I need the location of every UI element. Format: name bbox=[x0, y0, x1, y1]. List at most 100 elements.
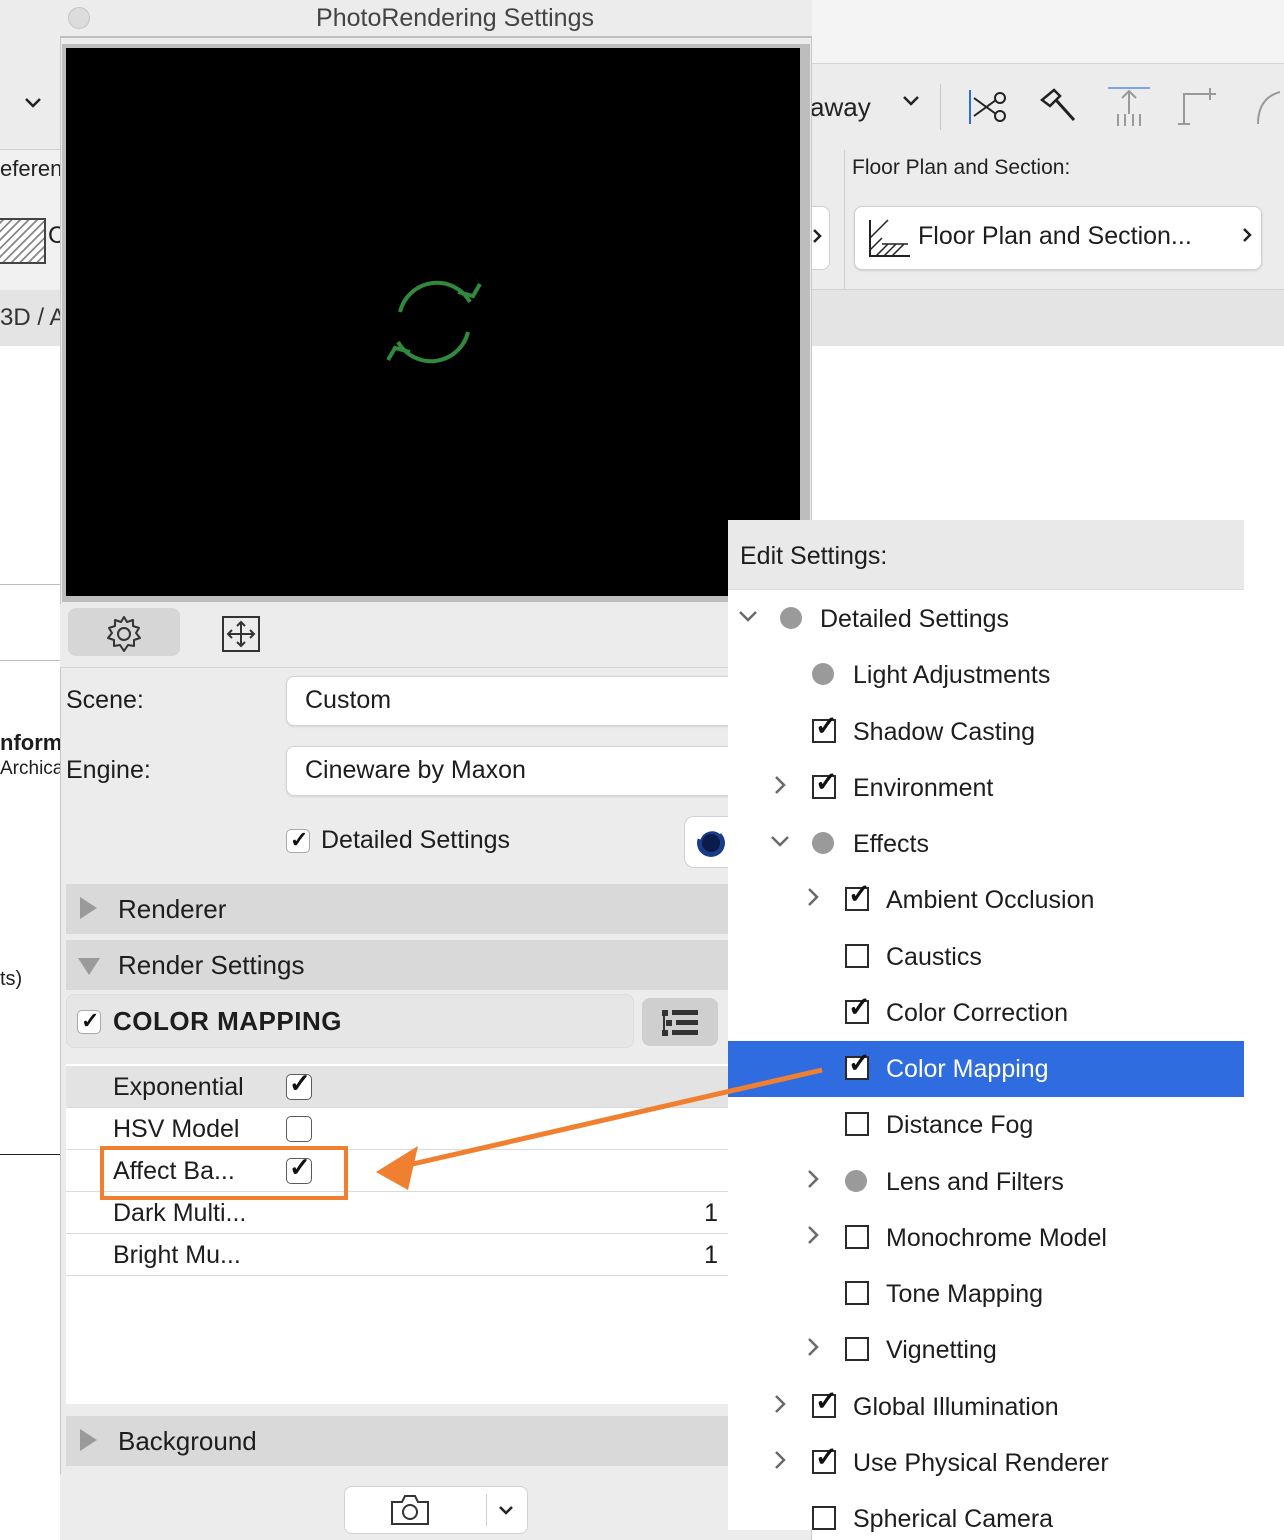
toolbar-separator bbox=[940, 84, 941, 130]
fit-to-window-icon[interactable] bbox=[220, 614, 262, 654]
annotation-arrow bbox=[360, 1060, 840, 1200]
list-view-icon bbox=[662, 1010, 698, 1036]
edit-settings-checkbox[interactable]: ✓ bbox=[845, 881, 871, 912]
property-checkbox[interactable]: ✓ bbox=[286, 1068, 312, 1100]
list-view-button[interactable] bbox=[642, 998, 718, 1046]
edit-settings-checkbox[interactable] bbox=[812, 1506, 836, 1530]
button-separator bbox=[486, 1494, 487, 1526]
checkmark-icon: ✓ bbox=[815, 1441, 838, 1472]
edit-settings-item[interactable]: Light Adjustments bbox=[728, 647, 1244, 703]
background-bar-right bbox=[810, 290, 1284, 346]
cineware-logo-icon bbox=[697, 828, 725, 857]
chevron-right-icon[interactable] bbox=[801, 1332, 825, 1369]
edit-settings-item[interactable]: Spherical Camera bbox=[728, 1491, 1244, 1540]
edit-settings-item[interactable]: ✓ Global Illumination bbox=[728, 1379, 1244, 1435]
checkmark-icon: ✓ bbox=[848, 879, 871, 910]
edit-settings-item-label: Vignetting bbox=[886, 1336, 997, 1365]
edit-settings-item-label: Lens and Filters bbox=[886, 1167, 1064, 1196]
property-label: HSV Model bbox=[113, 1115, 240, 1143]
edit-settings-item[interactable]: Caustics bbox=[728, 929, 1244, 985]
chevron-down-icon[interactable] bbox=[768, 826, 792, 863]
scissors-cut-icon[interactable] bbox=[964, 84, 1010, 130]
chevron-right-icon bbox=[1238, 222, 1258, 255]
edit-settings-checkbox[interactable] bbox=[845, 1224, 869, 1249]
property-value[interactable]: 1 bbox=[704, 1199, 718, 1228]
detailed-settings-checkbox[interactable]: ✓ bbox=[286, 827, 310, 853]
edit-settings-checkbox[interactable]: ✓ bbox=[812, 712, 838, 743]
background-divider bbox=[0, 1154, 60, 1155]
edit-settings-item-label: Light Adjustments bbox=[853, 661, 1051, 690]
background-title-strip bbox=[810, 0, 1284, 64]
chevron-right-icon[interactable] bbox=[768, 1445, 792, 1482]
edit-settings-checkbox[interactable]: ✓ bbox=[812, 768, 838, 799]
panel-separator bbox=[844, 150, 845, 290]
background-toolbar-dropdown-value[interactable]: away bbox=[810, 92, 871, 123]
mixed-state-indicator[interactable] bbox=[845, 1169, 867, 1192]
checkmark-icon: ✓ bbox=[815, 710, 838, 741]
edit-settings-item[interactable]: ✓ Environment bbox=[728, 760, 1244, 816]
color-mapping-enable-checkbox[interactable]: ✓ bbox=[77, 1008, 101, 1034]
edit-settings-checkbox[interactable] bbox=[845, 943, 869, 968]
corner-icon[interactable] bbox=[1176, 84, 1222, 130]
background-reference-label: eferen bbox=[0, 156, 60, 181]
background-section-header[interactable]: Background bbox=[66, 1416, 728, 1466]
chevron-right-icon[interactable] bbox=[768, 1389, 792, 1426]
edit-settings-item-label: Ambient Occlusion bbox=[886, 886, 1095, 915]
chevron-down-icon[interactable] bbox=[18, 88, 48, 118]
cineware-logo-button[interactable] bbox=[684, 816, 730, 868]
background-info-suffix: ts) bbox=[0, 968, 23, 990]
background-toolbar-left bbox=[0, 0, 60, 150]
edit-settings-checkbox[interactable] bbox=[845, 1337, 869, 1362]
property-row-bright-multiplier[interactable]: Bright Mu... 1 bbox=[66, 1234, 728, 1276]
mixed-state-indicator[interactable] bbox=[780, 607, 802, 629]
edit-settings-item[interactable]: Monochrome Model bbox=[728, 1210, 1244, 1266]
refresh-icon[interactable] bbox=[380, 272, 488, 372]
chevron-right-icon[interactable] bbox=[801, 1220, 825, 1257]
floor-plan-section-button-label: Floor Plan and Section... bbox=[918, 222, 1192, 250]
arc-icon[interactable] bbox=[1240, 84, 1284, 130]
checkmark-icon: ✓ bbox=[848, 991, 871, 1022]
edit-settings-checkbox[interactable]: ✓ bbox=[812, 1443, 838, 1474]
hammer-icon[interactable] bbox=[1036, 84, 1082, 130]
edit-settings-item-label: Tone Mapping bbox=[886, 1280, 1044, 1308]
edit-settings-checkbox[interactable]: ✓ bbox=[845, 1050, 871, 1080]
engine-label: Engine: bbox=[66, 756, 151, 784]
chevron-down-icon[interactable] bbox=[898, 88, 924, 121]
property-value[interactable]: 1 bbox=[704, 1241, 718, 1270]
chevron-right-icon bbox=[810, 224, 826, 254]
edit-settings-item[interactable]: Tone Mapping bbox=[728, 1266, 1244, 1322]
background-divider bbox=[0, 584, 60, 585]
edit-settings-checkbox[interactable] bbox=[845, 1112, 869, 1137]
disclosure-triangle-icon bbox=[80, 897, 97, 919]
edit-settings-item[interactable]: ✓ Color Correction bbox=[728, 985, 1244, 1041]
edit-settings-item[interactable]: Effects bbox=[728, 816, 1244, 872]
mixed-state-indicator[interactable] bbox=[812, 663, 834, 686]
edit-settings-checkbox[interactable]: ✓ bbox=[812, 1387, 838, 1418]
edit-settings-checkbox[interactable] bbox=[845, 1281, 869, 1305]
edit-settings-item-label: Shadow Casting bbox=[853, 717, 1036, 746]
edit-settings-item[interactable]: ✓ Use Physical Renderer bbox=[728, 1435, 1244, 1491]
dialog-title: PhotoRendering Settings bbox=[316, 4, 594, 32]
chevron-down-icon[interactable] bbox=[736, 601, 760, 638]
render-settings-section-header[interactable]: Render Settings bbox=[66, 940, 728, 990]
floor-plan-hatch-icon bbox=[868, 218, 912, 258]
elevate-icon[interactable] bbox=[1106, 84, 1152, 130]
background-divider bbox=[0, 660, 60, 661]
edit-settings-title: Edit Settings: bbox=[740, 542, 888, 570]
annotation-highlight-box bbox=[100, 1146, 348, 1200]
chevron-down-icon[interactable] bbox=[494, 1498, 518, 1522]
chevron-right-icon[interactable] bbox=[768, 770, 792, 807]
disclosure-triangle-icon bbox=[78, 958, 100, 975]
edit-settings-item[interactable]: ✓ Shadow Casting bbox=[728, 704, 1244, 760]
renderer-section-header[interactable]: Renderer bbox=[66, 884, 728, 934]
property-label: Bright Mu... bbox=[113, 1241, 241, 1269]
background-info-text: Archica bbox=[0, 758, 60, 779]
edit-settings-item[interactable]: Vignetting bbox=[728, 1322, 1244, 1378]
property-checkbox[interactable] bbox=[286, 1116, 312, 1142]
background-info-heading: nform bbox=[0, 730, 60, 755]
mixed-state-indicator[interactable] bbox=[812, 832, 834, 854]
edit-settings-item[interactable]: ✓ Ambient Occlusion bbox=[728, 872, 1244, 928]
edit-settings-checkbox[interactable]: ✓ bbox=[845, 993, 871, 1024]
edit-settings-item[interactable]: Detailed Settings bbox=[728, 591, 1244, 647]
chevron-right-icon[interactable] bbox=[801, 882, 825, 919]
